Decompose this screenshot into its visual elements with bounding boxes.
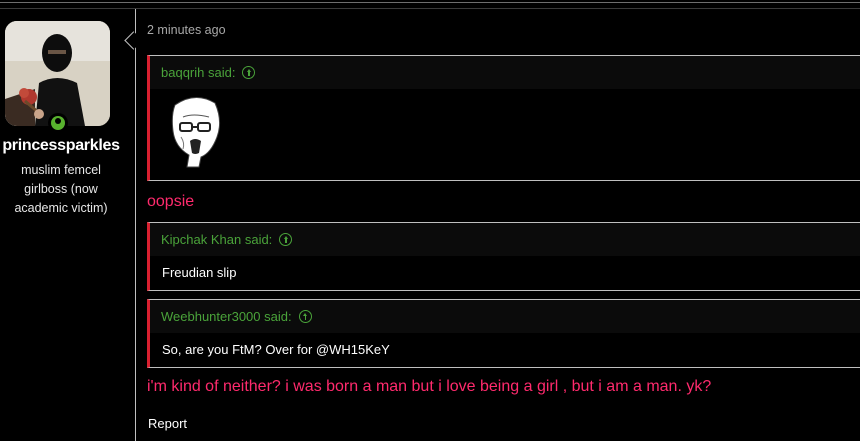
- post-pointer-arrow: [124, 31, 143, 50]
- forum-post: princessparkles muslim femcel girlboss (…: [0, 0, 860, 441]
- wojak-meme-image[interactable]: [165, 93, 227, 169]
- user-avatar[interactable]: [5, 21, 110, 126]
- arrow-up-circle-icon[interactable]: [242, 66, 256, 79]
- arrow-up-circle-icon[interactable]: [298, 310, 312, 323]
- report-link[interactable]: Report: [148, 416, 187, 431]
- quote-header: Kipchak Khan said:: [150, 223, 860, 256]
- online-status-icon: [48, 113, 68, 133]
- user-avatar-photo: [5, 21, 110, 126]
- column-divider: [135, 9, 136, 441]
- quote-header: Weebhunter3000 said:: [150, 300, 860, 333]
- top-divider: [0, 2, 860, 3]
- reply-text: i'm kind of neither? i was born a man bu…: [147, 378, 712, 395]
- quote-block: Weebhunter3000 said: So, are you FtM? Ov…: [147, 299, 860, 368]
- quote-block: baqqrih said:: [147, 55, 860, 181]
- quote-author[interactable]: Weebhunter3000 said:: [161, 309, 292, 324]
- quote-block: Kipchak Khan said: Freudian slip: [147, 222, 860, 291]
- quote-content: Freudian slip: [150, 256, 860, 289]
- top-divider-secondary: [0, 8, 860, 9]
- quote-content: So, are you FtM? Over for @WH15KeY: [150, 333, 860, 366]
- username[interactable]: princessparkles: [0, 137, 122, 155]
- quote-author[interactable]: Kipchak Khan said:: [161, 232, 272, 247]
- quote-author[interactable]: baqqrih said:: [161, 65, 235, 80]
- user-title: muslim femcel girlboss (now academic vic…: [14, 163, 108, 215]
- reply-text: oopsie: [147, 193, 195, 210]
- user-info-panel: princessparkles muslim femcel girlboss (…: [0, 9, 122, 441]
- post-timestamp[interactable]: 2 minutes ago: [147, 23, 226, 37]
- quote-header: baqqrih said:: [150, 56, 860, 89]
- quote-content: [150, 89, 860, 179]
- arrow-up-circle-icon[interactable]: [279, 233, 293, 246]
